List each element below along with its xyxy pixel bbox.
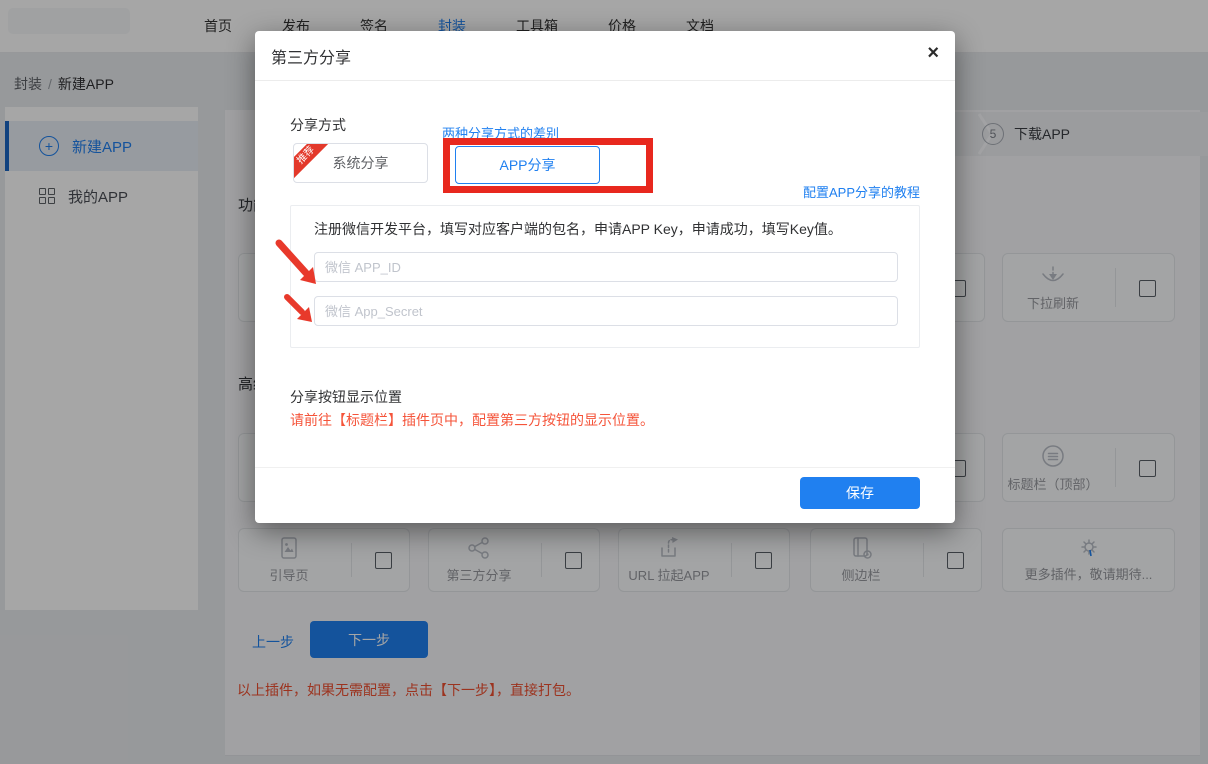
app-share-tutorial-link[interactable]: 配置APP分享的教程 bbox=[803, 182, 920, 201]
third-party-share-modal: 第三方分享 × 分享方式 两种分享方式的差别 推荐 系统分享 APP分享 配置A… bbox=[255, 31, 955, 523]
annotation-highlight-box bbox=[443, 138, 653, 193]
system-share-tab[interactable]: 推荐 系统分享 bbox=[293, 143, 428, 183]
close-icon[interactable]: × bbox=[927, 43, 939, 63]
system-share-label: 系统分享 bbox=[333, 153, 389, 173]
wechat-instruction: 注册微信开发平台，填写对应客户端的包名，申请APP Key，申请成功，填写Key… bbox=[314, 219, 842, 239]
share-method-label: 分享方式 bbox=[290, 115, 346, 135]
recommend-ribbon: 推荐 bbox=[293, 143, 333, 183]
wechat-appid-input[interactable] bbox=[314, 252, 898, 282]
wechat-config-box: 注册微信开发平台，填写对应客户端的包名，申请APP Key，申请成功，填写Key… bbox=[290, 205, 920, 348]
share-button-position-note: 请前往【标题栏】插件页中，配置第三方按钮的显示位置。 bbox=[290, 410, 654, 430]
modal-header: 第三方分享 × bbox=[255, 31, 955, 81]
modal-footer-divider bbox=[255, 467, 955, 468]
modal-title: 第三方分享 bbox=[271, 44, 351, 68]
share-button-position-label: 分享按钮显示位置 bbox=[290, 387, 402, 407]
save-button[interactable]: 保存 bbox=[800, 477, 920, 509]
wechat-secret-input[interactable] bbox=[314, 296, 898, 326]
